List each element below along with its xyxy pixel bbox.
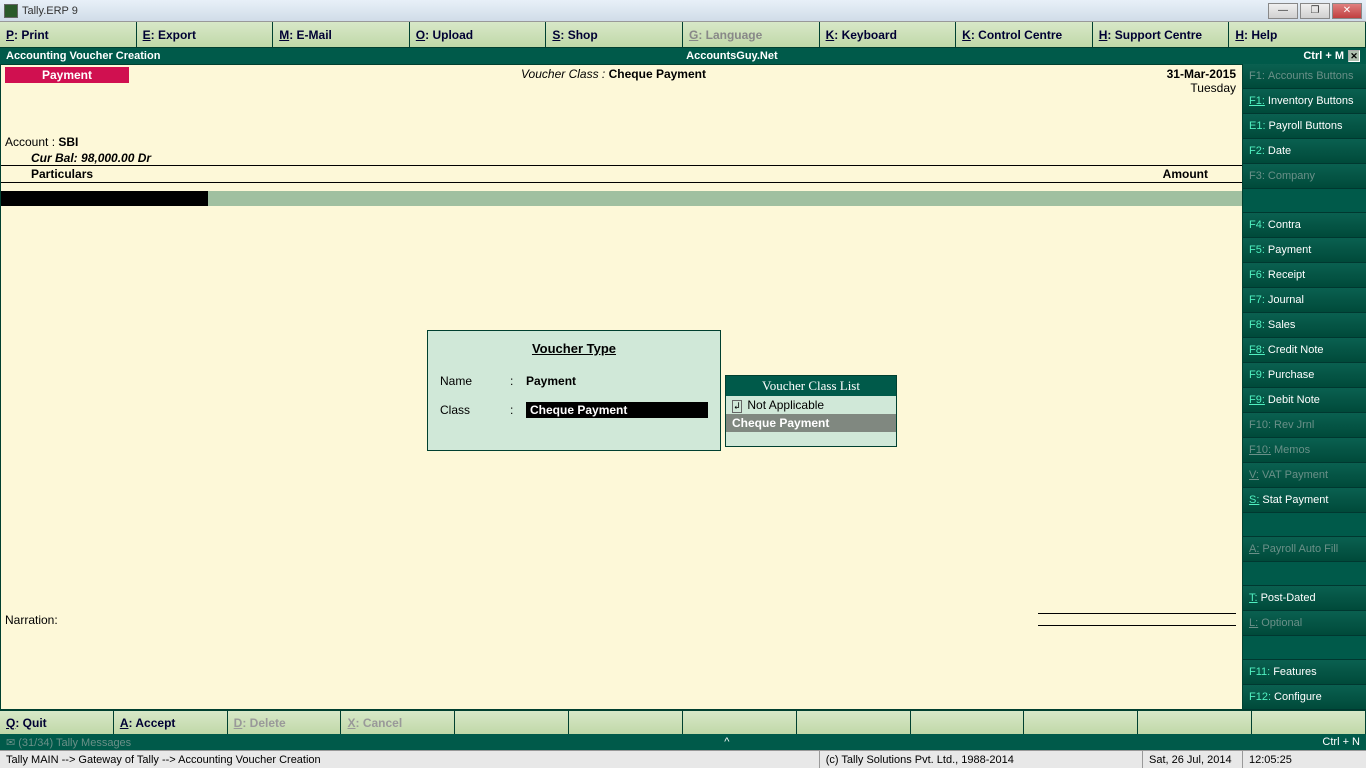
- class-input[interactable]: Cheque Payment: [526, 402, 708, 418]
- col-particulars: Particulars: [31, 167, 93, 181]
- topmenu-item-0[interactable]: P: Print: [0, 22, 137, 47]
- msgbar-right: Ctrl + N: [1322, 736, 1360, 748]
- date-block: 31-Mar-2015 Tuesday: [1167, 67, 1236, 95]
- header-right: Ctrl + M ✕: [1303, 50, 1360, 62]
- botmenu-item-4: [455, 711, 569, 734]
- sidebar-btn-accounts-buttons: F1:Accounts Buttons: [1243, 64, 1366, 89]
- topmenu-item-9[interactable]: H: Help: [1229, 22, 1366, 47]
- botmenu-item-11: [1252, 711, 1366, 734]
- status-copyright: (c) Tally Solutions Pvt. Ltd., 1988-2014: [820, 751, 1143, 768]
- voucher-type-badge: Payment: [5, 67, 129, 83]
- botmenu-item-8: [911, 711, 1025, 734]
- botmenu-item-2: D: Delete: [228, 711, 342, 734]
- sidebar-btn-stat-payment[interactable]: S:Stat Payment: [1243, 488, 1366, 513]
- maximize-button[interactable]: ❐: [1300, 3, 1330, 19]
- window-titlebar: Tally.ERP 9 — ❐ ✕: [0, 0, 1366, 22]
- name-value[interactable]: Payment: [526, 374, 576, 388]
- sidebar-btn-rev-jrnl: F10:Rev Jrnl: [1243, 413, 1366, 438]
- voucher-class-line: Voucher Class : Cheque Payment: [521, 67, 706, 81]
- sidebar-gap: [1243, 513, 1366, 537]
- sidebar-btn-date[interactable]: F2:Date: [1243, 139, 1366, 164]
- sidebar-btn-features[interactable]: F11:Features: [1243, 660, 1366, 685]
- status-path: Tally MAIN --> Gateway of Tally --> Acco…: [0, 751, 820, 768]
- msgbar-left: ✉ (31/34) Tally Messages: [6, 736, 131, 749]
- topmenu-item-3[interactable]: O: Upload: [410, 22, 547, 47]
- sidebar-btn-contra[interactable]: F4:Contra: [1243, 213, 1366, 238]
- sidebar-btn-vat-payment: V:VAT Payment: [1243, 463, 1366, 488]
- col-amount: Amount: [1163, 167, 1208, 181]
- sidebar-btn-memos: F10:Memos: [1243, 438, 1366, 463]
- sidebar-btn-configure[interactable]: F12:Configure: [1243, 685, 1366, 710]
- botmenu-item-6: [683, 711, 797, 734]
- particulars-input[interactable]: [1, 191, 208, 206]
- botmenu-item-7: [797, 711, 911, 734]
- status-bar: Tally MAIN --> Gateway of Tally --> Acco…: [0, 750, 1366, 768]
- sidebar-btn-post-dated[interactable]: T:Post-Dated: [1243, 586, 1366, 611]
- sidebar-btn-inventory-buttons[interactable]: F1:Inventory Buttons: [1243, 89, 1366, 114]
- message-bar[interactable]: ✉ (31/34) Tally Messages ^ Ctrl + N: [0, 734, 1366, 750]
- voucher-class-list-popup: Voucher Class List ↲ Not ApplicableChequ…: [725, 375, 897, 447]
- botmenu-item-10: [1138, 711, 1252, 734]
- table-header: Particulars Amount: [1, 165, 1242, 183]
- vclist-item-0[interactable]: ↲ Not Applicable: [726, 396, 896, 414]
- class-label: Class: [440, 403, 510, 417]
- status-time: 12:05:25: [1243, 751, 1366, 768]
- voucher-date: 31-Mar-2015: [1167, 67, 1236, 81]
- topmenu-item-8[interactable]: H: Support Centre: [1093, 22, 1230, 47]
- sidebar-btn-payroll-auto-fill: A:Payroll Auto Fill: [1243, 537, 1366, 562]
- topmenu-item-1[interactable]: E: Export: [137, 22, 274, 47]
- sidebar-btn-payment[interactable]: F5:Payment: [1243, 238, 1366, 263]
- minimize-button[interactable]: —: [1268, 3, 1298, 19]
- vclist-title: Voucher Class List: [726, 376, 896, 396]
- topmenu-item-5: G: Language: [683, 22, 820, 47]
- account-line: Account : SBI: [5, 135, 78, 149]
- sidebar-btn-sales[interactable]: F8:Sales: [1243, 313, 1366, 338]
- vclist-item-1[interactable]: Cheque Payment: [726, 414, 896, 432]
- dialog-title: Voucher Type: [440, 341, 708, 356]
- topmenu-item-6[interactable]: K: Keyboard: [820, 22, 957, 47]
- topmenu-item-2[interactable]: M: E-Mail: [273, 22, 410, 47]
- work-area: Payment Voucher Class : Cheque Payment 3…: [0, 64, 1243, 710]
- current-balance: Cur Bal: 98,000.00 Dr: [31, 151, 151, 165]
- sidebar-gap: [1243, 636, 1366, 660]
- header-strip: Accounting Voucher Creation AccountsGuy.…: [0, 48, 1366, 64]
- sidebar-gap: [1243, 189, 1366, 213]
- voucher-type-dialog: Voucher Type Name : Payment Class : Cheq…: [427, 330, 721, 451]
- sidebar-btn-company: F3:Company: [1243, 164, 1366, 189]
- botmenu-item-9: [1024, 711, 1138, 734]
- voucher-day: Tuesday: [1167, 81, 1236, 95]
- bottom-menu-bar: Q: QuitA: AcceptD: DeleteX: Cancel: [0, 710, 1366, 734]
- app-icon: [4, 4, 18, 18]
- amount-total-line: [1038, 613, 1236, 614]
- header-center: AccountsGuy.Net: [160, 50, 1303, 62]
- sidebar-btn-optional: L:Optional: [1243, 611, 1366, 636]
- close-button[interactable]: ✕: [1332, 3, 1362, 19]
- botmenu-item-0[interactable]: Q: Quit: [0, 711, 114, 734]
- sidebar-btn-purchase[interactable]: F9:Purchase: [1243, 363, 1366, 388]
- header-left: Accounting Voucher Creation: [6, 50, 160, 62]
- window-title: Tally.ERP 9: [22, 5, 78, 17]
- sidebar-btn-payroll-buttons[interactable]: E1:Payroll Buttons: [1243, 114, 1366, 139]
- topmenu-item-4[interactable]: S: Shop: [546, 22, 683, 47]
- sidebar-gap: [1243, 562, 1366, 586]
- botmenu-item-3: X: Cancel: [341, 711, 455, 734]
- botmenu-item-1[interactable]: A: Accept: [114, 711, 228, 734]
- sidebar: F1:Accounts ButtonsF1:Inventory ButtonsE…: [1243, 64, 1366, 710]
- name-label: Name: [440, 374, 510, 388]
- sidebar-btn-credit-note[interactable]: F8:Credit Note: [1243, 338, 1366, 363]
- topmenu-item-7[interactable]: K: Control Centre: [956, 22, 1093, 47]
- active-row-highlight: [208, 191, 1242, 206]
- status-date: Sat, 26 Jul, 2014: [1143, 751, 1243, 768]
- top-menu-bar: P: PrintE: ExportM: E-MailO: UploadS: Sh…: [0, 22, 1366, 48]
- msgbar-expand-icon[interactable]: ^: [131, 736, 1322, 748]
- amount-total-line2: [1038, 625, 1236, 626]
- sidebar-btn-debit-note[interactable]: F9:Debit Note: [1243, 388, 1366, 413]
- vclist-blank: [726, 432, 896, 446]
- sidebar-btn-journal[interactable]: F7:Journal: [1243, 288, 1366, 313]
- header-close-icon[interactable]: ✕: [1348, 50, 1360, 62]
- sidebar-btn-receipt[interactable]: F6:Receipt: [1243, 263, 1366, 288]
- narration-label: Narration:: [5, 613, 58, 627]
- botmenu-item-5: [569, 711, 683, 734]
